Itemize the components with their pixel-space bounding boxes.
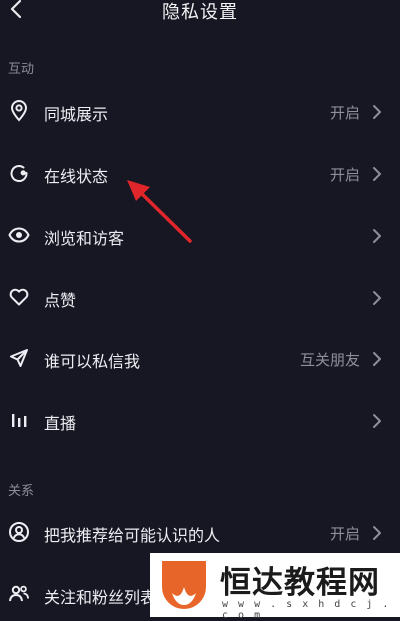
row-online-status[interactable]: 在线状态 开启 <box>0 149 400 199</box>
location-pin-icon <box>8 100 30 122</box>
row-label: 点赞 <box>44 291 77 310</box>
online-status-icon <box>8 162 30 184</box>
chevron-right-icon <box>373 352 381 366</box>
row-recommend-me[interactable]: 把我推荐给可能认识的人 开启 <box>0 508 400 558</box>
chevron-right-icon <box>373 526 381 540</box>
users-icon <box>8 583 30 605</box>
row-label: 同城展示 <box>44 105 109 124</box>
section-label-interaction: 互动 <box>8 62 35 77</box>
row-label: 直播 <box>44 414 77 433</box>
chevron-right-icon <box>373 229 381 243</box>
user-circle-icon <box>8 521 30 543</box>
row-label: 浏览和访客 <box>44 229 125 248</box>
row-who-can-message-me[interactable]: 谁可以私信我 互关朋友 <box>0 334 400 384</box>
watermark-url: w w w . s x h d c j . c o m <box>222 599 391 621</box>
row-value: 互关朋友 <box>299 351 360 369</box>
chevron-right-icon <box>373 414 381 428</box>
row-browse-and-visitors[interactable]: 浏览和访客 <box>0 211 400 261</box>
row-live[interactable]: 直播 <box>0 396 400 446</box>
eye-icon <box>8 224 30 246</box>
chevron-right-icon <box>373 291 381 305</box>
row-label: 关注和粉丝列表 <box>44 588 157 607</box>
row-value: 开启 <box>329 104 360 122</box>
section-label-relationship: 关系 <box>8 484 35 499</box>
row-value: 开启 <box>329 166 360 184</box>
row-label: 把我推荐给可能认识的人 <box>44 526 221 545</box>
row-likes[interactable]: 点赞 <box>0 273 400 323</box>
row-value: 开启 <box>329 525 360 543</box>
row-label: 谁可以私信我 <box>44 352 141 371</box>
send-icon <box>8 347 30 369</box>
chevron-right-icon <box>373 167 381 181</box>
row-label: 在线状态 <box>44 167 109 186</box>
watermark-banner: 恒达教程网 w w w . s x h d c j . c o m <box>150 553 400 621</box>
live-bars-icon <box>8 409 30 431</box>
top-bar: 隐私设置 <box>0 0 400 26</box>
row-nearby-display[interactable]: 同城展示 开启 <box>0 87 400 137</box>
chevron-right-icon <box>373 105 381 119</box>
page-title: 隐私设置 <box>162 2 238 23</box>
watermark-logo-icon <box>162 561 206 609</box>
heart-icon <box>8 286 30 308</box>
watermark-name: 恒达教程网 <box>220 565 380 601</box>
